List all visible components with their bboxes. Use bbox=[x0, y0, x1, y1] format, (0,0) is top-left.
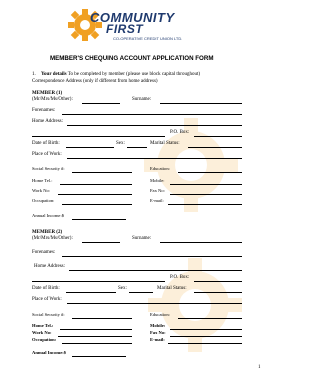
member1-education-field[interactable] bbox=[178, 172, 242, 173]
member2-home-tel-label: Home Tel.: bbox=[32, 323, 54, 328]
member2-title-field[interactable] bbox=[82, 242, 120, 243]
member1-occupation-label: Occupation: bbox=[32, 198, 55, 203]
member1-annual-income-label: Annual Income:$ bbox=[32, 213, 65, 218]
member2-po-box-field[interactable] bbox=[194, 281, 242, 282]
member1-email-field[interactable] bbox=[168, 204, 242, 205]
member2-surname-label: Surname: bbox=[132, 236, 152, 241]
intro-text-1: To be completed by member (please use bl… bbox=[67, 72, 201, 77]
member1-dob-label: Date of Birth: bbox=[32, 141, 60, 146]
member1-surname-label: Surname: bbox=[132, 97, 152, 102]
section-number: 1. bbox=[32, 72, 36, 77]
intro-text-2: Correspondence Address (only if differen… bbox=[32, 79, 158, 84]
member2-home-address-field-2[interactable] bbox=[32, 281, 165, 282]
logo-tagline: CO-OPERATIVE CREDIT UNION LTD. bbox=[113, 36, 183, 41]
member1-title-label: (Mr/Mrs/Ms/Other): bbox=[32, 97, 73, 102]
member2-ssn-field[interactable] bbox=[72, 318, 132, 319]
member2-mobile-label: Mobile: bbox=[150, 323, 166, 328]
member1-ssn-label: Social Security #: bbox=[32, 166, 65, 171]
member2-fax-no-label: Fax No: bbox=[150, 330, 166, 335]
member1-sex-label: Sex: bbox=[116, 141, 125, 146]
page-number: 1 bbox=[258, 365, 261, 370]
member1-home-address-field[interactable] bbox=[67, 125, 242, 126]
member2-forenames-field[interactable] bbox=[62, 256, 242, 257]
member1-work-no-label: Work No: bbox=[32, 188, 51, 193]
member2-email-label: E-mail: bbox=[150, 337, 165, 342]
member1-place-of-work-label: Place of Work: bbox=[32, 152, 62, 157]
member1-home-tel-field[interactable] bbox=[60, 184, 132, 185]
member2-sex-field[interactable] bbox=[129, 292, 153, 293]
member2-occupation-field[interactable] bbox=[62, 343, 132, 344]
member1-forenames-field[interactable] bbox=[62, 114, 242, 115]
member2-marital-label: Marital Status: bbox=[157, 286, 187, 291]
member2-annual-income-field[interactable] bbox=[72, 356, 126, 357]
member1-home-tel-label: Home Tel.: bbox=[32, 178, 53, 183]
member2-email-field[interactable] bbox=[168, 343, 242, 344]
member2-place-of-work-label: Place of Work: bbox=[32, 297, 62, 302]
member1-sex-field[interactable] bbox=[127, 147, 147, 148]
member1-title-field[interactable] bbox=[82, 103, 120, 104]
member1-marital-field[interactable] bbox=[188, 147, 242, 148]
member1-place-of-work-field[interactable] bbox=[67, 158, 242, 159]
member1-education-label: Education: bbox=[150, 166, 170, 171]
member1-home-address-label: Home Address: bbox=[32, 119, 63, 124]
member2-home-address-field[interactable] bbox=[69, 270, 242, 271]
member2-annual-income-label: Annual Income:$ bbox=[32, 350, 67, 355]
member2-place-of-work-field[interactable] bbox=[67, 303, 242, 304]
member1-surname-field[interactable] bbox=[160, 103, 242, 104]
member2-dob-label: Date of Birth: bbox=[32, 286, 60, 291]
member2-fax-no-field[interactable] bbox=[170, 336, 242, 337]
member1-dob-field[interactable] bbox=[66, 147, 114, 148]
member2-home-tel-field[interactable] bbox=[60, 329, 132, 330]
member1-fax-no-label: Fax No: bbox=[150, 188, 165, 193]
member1-home-address-field-2[interactable] bbox=[32, 136, 165, 137]
member2-occupation-label: Occupation: bbox=[32, 337, 57, 342]
member1-po-box-field[interactable] bbox=[194, 136, 242, 137]
member2-mobile-field[interactable] bbox=[170, 329, 242, 330]
member2-ssn-label: Social Security #: bbox=[32, 312, 65, 317]
member1-mobile-label: Mobile: bbox=[150, 178, 165, 183]
member1-email-label: E-mail: bbox=[150, 198, 164, 203]
member2-work-no-field[interactable] bbox=[58, 336, 132, 337]
member2-po-box-label: P.O. Box: bbox=[170, 275, 190, 280]
member1-mobile-field[interactable] bbox=[170, 184, 242, 185]
member2-dob-field[interactable] bbox=[66, 292, 116, 293]
member1-annual-income-field[interactable] bbox=[72, 219, 126, 220]
member1-marital-label: Marital Status: bbox=[150, 141, 180, 146]
member1-fax-no-field[interactable] bbox=[170, 194, 242, 195]
member2-forenames-label: Forenames: bbox=[32, 250, 56, 255]
form-title: MEMBER'S CHEQUING ACCOUNT APPLICATION FO… bbox=[50, 55, 214, 62]
member1-work-no-field[interactable] bbox=[58, 194, 132, 195]
member2-marital-field[interactable] bbox=[194, 292, 242, 293]
member2-work-no-label: Work No: bbox=[32, 330, 52, 335]
member2-education-label: Education: bbox=[150, 312, 170, 317]
member2-title-label: (Mr/Mrs/Ms/Other): bbox=[32, 236, 73, 241]
member2-surname-field[interactable] bbox=[160, 242, 242, 243]
member2-education-field[interactable] bbox=[178, 318, 242, 319]
section-heading: Your details bbox=[41, 72, 67, 77]
member1-forenames-label: Forenames: bbox=[32, 108, 56, 113]
member2-home-address-label: Home Address: bbox=[34, 264, 65, 269]
member2-sex-label: Sex: bbox=[118, 286, 127, 291]
member1-occupation-field[interactable] bbox=[62, 204, 132, 205]
member1-ssn-field[interactable] bbox=[72, 172, 132, 173]
logo-name-line2: FIRST bbox=[106, 22, 144, 36]
member1-po-box-label: P.O. Box: bbox=[170, 130, 190, 135]
